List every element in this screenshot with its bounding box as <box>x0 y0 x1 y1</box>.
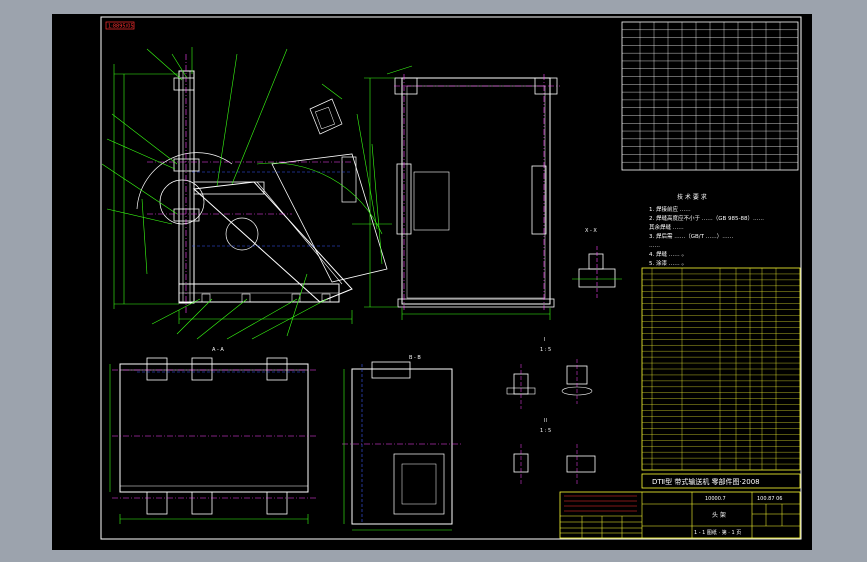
detail-views: X - X I 1 : 5 II 1 : 5 <box>506 228 622 484</box>
note-line-4: 3. 焊后需 ……（GB/T ……）…… <box>649 232 733 240</box>
note-line-6: 4. 焊缝 …… 。 <box>649 250 687 258</box>
technical-drawing-sheet: 1:8895/05 B - B A - A X - X I 1: 5 II 1… <box>100 16 802 540</box>
sheet-info: 1 - 1 图纸 · 第 · 1 页 <box>694 529 741 536</box>
detail-label-1: I <box>544 337 545 343</box>
corner-tag: 1:8895/05 <box>108 24 134 30</box>
view-label-b-b: B - B <box>409 355 421 361</box>
specification-table <box>621 21 799 171</box>
view-label-x-x: X - X <box>585 228 597 234</box>
title-block: DTⅡ型 带式输送机 零部件图·2008 10000.7 100.87 06 头… <box>559 473 801 539</box>
part-name: 头 架 <box>712 511 726 519</box>
detail-scale-1: 1 : 5 <box>540 347 551 353</box>
front-view <box>101 47 392 340</box>
notes-heading: 技 术 要 求 <box>677 193 707 201</box>
drawing-viewport[interactable]: 1:8895/05 B - B A - A X - X I 1: 5 II 1… <box>52 14 812 550</box>
view-label-a-a: A - A <box>212 347 224 353</box>
drawing-number: 10000.7 <box>705 496 726 502</box>
note-line-2: 2. 焊缝高度应不小于 ……（GB 985-88）…… <box>649 214 764 222</box>
note-line-1: 1. 焊接前应 …… <box>649 205 691 213</box>
note-line-7: 5. 涂漆 …… 。 <box>649 259 687 267</box>
technical-notes: 技 术 要 求 1. 焊接前应 …… 2. 焊缝高度应不小于 ……（GB 985… <box>649 193 764 267</box>
note-line-5: …… <box>649 243 660 249</box>
note-line-3: 其余焊缝 …… <box>649 223 684 231</box>
detail-scale-2: 1 : 5 <box>540 428 551 434</box>
section-b-b: B - B <box>342 355 462 531</box>
drawing-number-2: 100.87 06 <box>757 496 782 502</box>
detail-label-2: II <box>544 418 547 424</box>
parts-list-table <box>641 267 801 471</box>
title-strip: DTⅡ型 带式输送机 零部件图·2008 <box>652 477 760 486</box>
plan-view <box>109 357 317 524</box>
side-view <box>364 65 560 320</box>
